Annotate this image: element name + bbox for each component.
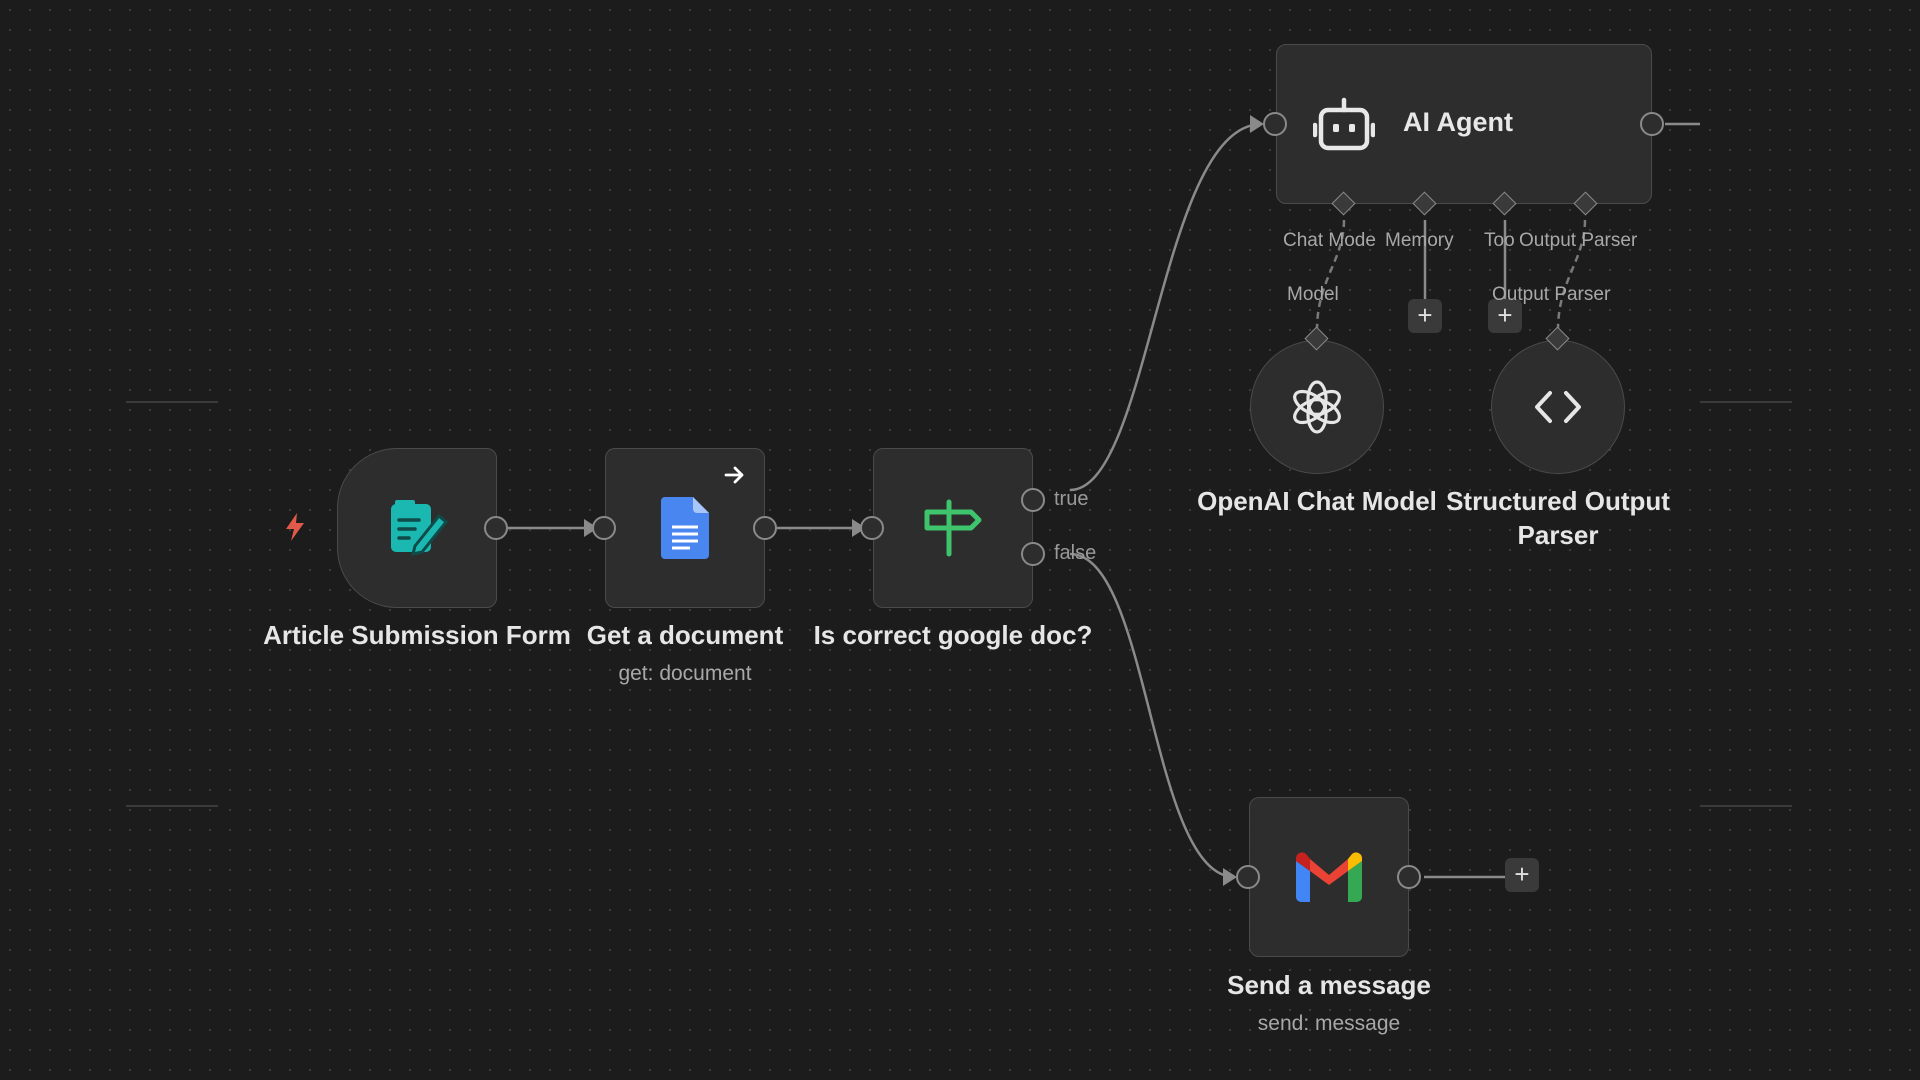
if-input-handle[interactable] — [860, 516, 884, 540]
agent-input-handle[interactable] — [1263, 112, 1287, 136]
parser-connector-label: Output Parser — [1492, 284, 1611, 305]
edge-if-true-to-agent — [1069, 122, 1263, 492]
if-true-label: true — [1054, 488, 1089, 510]
node-structured-output-parser[interactable] — [1491, 340, 1625, 474]
agent-connector-tool-label: Too — [1484, 230, 1515, 251]
openai-connector-label: Model — [1287, 284, 1339, 305]
getdoc-title: Get a document — [586, 620, 784, 650]
form-output-handle[interactable] — [484, 516, 508, 540]
if-false-handle[interactable] — [1021, 542, 1045, 566]
trigger-bolt-icon — [286, 513, 304, 541]
agent-connector-chat-model-label: Chat Mode — [1283, 230, 1376, 251]
node-is-correct-google-doc[interactable] — [873, 448, 1033, 608]
robot-icon — [1313, 97, 1375, 151]
agent-title: AI Agent — [1403, 107, 1513, 137]
node-openai-chat-model[interactable] — [1250, 340, 1384, 474]
if-true-handle[interactable] — [1021, 488, 1045, 512]
agent-connector-memory-label: Memory — [1385, 230, 1454, 251]
if-false-label: false — [1054, 542, 1097, 564]
parser-title-line1: Structured Output — [1446, 486, 1670, 516]
getdoc-subtitle: get: document — [618, 662, 752, 685]
getdoc-output-handle[interactable] — [753, 516, 777, 540]
gmail-output-handle[interactable] — [1397, 865, 1421, 889]
agent-connector-output-parser-label: Output Parser — [1519, 230, 1638, 251]
add-memory-button[interactable]: + — [1408, 299, 1442, 333]
gmail-subtitle: send: message — [1257, 1012, 1401, 1035]
form-title: Article Submission Form — [263, 620, 571, 650]
google-docs-icon — [661, 497, 709, 559]
signpost-icon — [924, 499, 982, 557]
gmail-title: Send a message — [1227, 970, 1431, 1000]
edge-if-false-to-gmail — [1069, 552, 1236, 879]
node-send-a-message[interactable] — [1249, 797, 1409, 957]
add-after-gmail-button[interactable]: + — [1505, 858, 1539, 892]
arrowhead-agent — [1250, 115, 1264, 133]
node-ai-agent[interactable]: AI Agent — [1276, 44, 1652, 204]
gmail-input-handle[interactable] — [1236, 865, 1260, 889]
agent-output-handle[interactable] — [1640, 112, 1664, 136]
form-edit-icon — [391, 500, 449, 556]
getdoc-input-handle[interactable] — [592, 516, 616, 540]
arrow-right-icon — [724, 466, 744, 484]
code-brackets-icon — [1535, 391, 1581, 423]
workflow-canvas[interactable]: Article Submission Form Get a document g… — [0, 0, 1920, 1080]
if-title: Is correct google doc? — [813, 620, 1093, 650]
node-article-submission-form[interactable] — [337, 448, 497, 608]
arrowhead-gmail — [1223, 868, 1237, 886]
parser-title-line2: Parser — [1517, 520, 1599, 550]
node-get-a-document[interactable] — [605, 448, 765, 608]
openai-icon — [1293, 380, 1341, 434]
gmail-icon — [1296, 852, 1362, 902]
